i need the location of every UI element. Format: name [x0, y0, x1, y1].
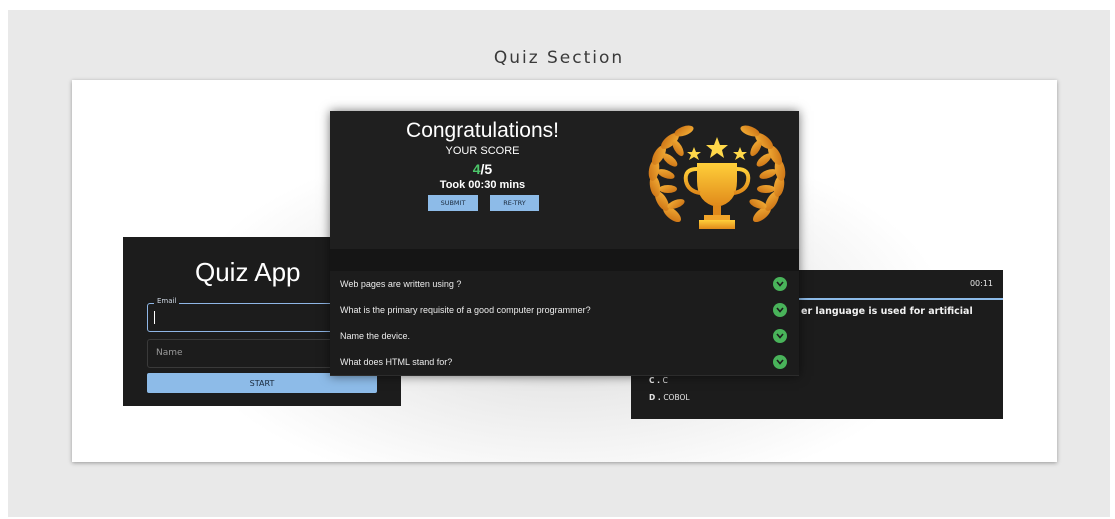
answer-question: Name the device. [340, 331, 411, 341]
your-score-label: YOUR SCORE [445, 145, 520, 157]
start-button[interactable]: START [147, 373, 377, 393]
answer-row[interactable]: Web pages are written using ? [330, 271, 799, 298]
score-total: /5 [480, 161, 493, 177]
section-title: Quiz Section [493, 48, 625, 68]
submit-button[interactable]: SUBMIT [428, 195, 478, 211]
chevron-down-icon[interactable] [773, 303, 787, 317]
name-placeholder: Name [156, 348, 183, 358]
option-c[interactable]: C . C [649, 376, 668, 385]
answer-question: Web pages are written using ? [340, 279, 462, 289]
option-d[interactable]: D . COBOL [649, 393, 690, 402]
answer-question: What is the primary requisite of a good … [340, 305, 591, 315]
app-title: Quiz App [195, 257, 301, 287]
answer-row[interactable]: What does HTML stand for? [330, 349, 799, 376]
text-caret [154, 311, 155, 324]
question-text: er language is used for artificial [801, 306, 973, 317]
answer-row[interactable]: Name the device. [330, 323, 799, 350]
congrats-heading: Congratulations! [406, 119, 559, 142]
result-summary: Congratulations! YOUR SCORE 4/5 Took 00:… [330, 111, 799, 249]
answer-row[interactable]: What is the primary requisite of a good … [330, 297, 799, 324]
email-label: Email [154, 297, 180, 305]
divider [330, 249, 799, 271]
retry-button[interactable]: RE-TRY [490, 195, 539, 211]
score-value: 4/5 [330, 161, 635, 177]
time-taken: Took 00:30 mins [439, 179, 526, 191]
chevron-down-icon[interactable] [773, 329, 787, 343]
timer: 00:11 [969, 279, 993, 288]
option-text: C [662, 376, 668, 385]
result-card: Congratulations! YOUR SCORE 4/5 Took 00:… [330, 111, 799, 376]
chevron-down-icon[interactable] [773, 355, 787, 369]
option-text: COBOL [663, 393, 690, 402]
score-got: 4 [472, 161, 481, 177]
answer-question: What does HTML stand for? [340, 357, 453, 367]
trophy-laurel-icon [648, 125, 786, 229]
chevron-down-icon[interactable] [773, 277, 787, 291]
